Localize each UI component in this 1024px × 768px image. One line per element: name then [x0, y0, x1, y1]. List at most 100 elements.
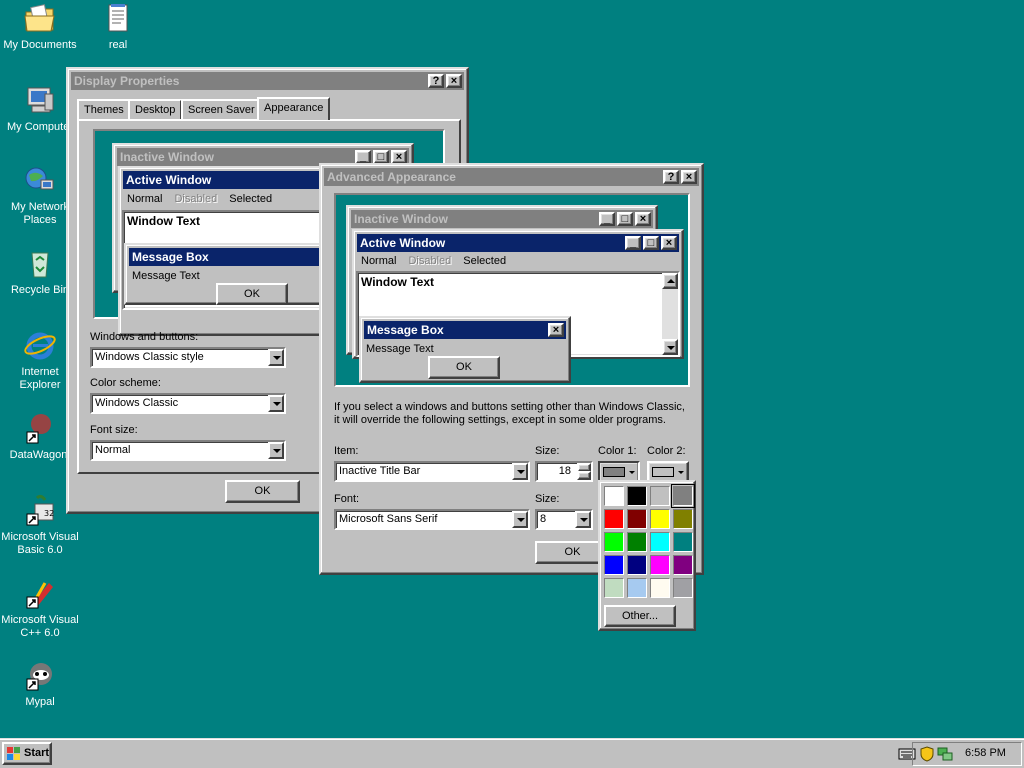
desktop-icon-my-documents[interactable]: My Documents — [0, 2, 80, 52]
color-swatch[interactable] — [673, 509, 693, 529]
close-icon: × — [450, 75, 458, 87]
font-size-select[interactable]: 8 — [535, 509, 593, 530]
chevron-down-icon[interactable] — [268, 395, 284, 412]
color-swatch[interactable] — [604, 578, 624, 598]
color-swatch[interactable] — [627, 486, 647, 506]
tab-appearance[interactable]: Appearance — [257, 97, 331, 120]
color-swatch-grid — [600, 482, 698, 600]
menu-disabled: Disabled — [408, 255, 452, 267]
tab-screen-saver[interactable]: Screen Saver — [181, 99, 262, 119]
color-swatch[interactable] — [604, 555, 624, 575]
clock[interactable]: 6:58 PM — [965, 747, 1006, 759]
chevron-down-icon[interactable] — [575, 511, 591, 528]
color-swatch[interactable] — [671, 484, 695, 508]
close-button[interactable]: × — [681, 170, 697, 184]
chevron-down-icon[interactable] — [512, 511, 528, 528]
advanced-appearance-titlebar[interactable]: Advanced Appearance ? × — [324, 168, 699, 186]
color-scheme-value: Windows Classic — [95, 397, 179, 409]
color-swatch[interactable] — [604, 486, 624, 506]
color-palette-popup: Other... — [598, 480, 696, 631]
window-title: Advanced Appearance — [327, 170, 456, 184]
font-value: Microsoft Sans Serif — [339, 513, 438, 525]
info-text-line2: it will override the following settings,… — [334, 414, 666, 426]
start-button[interactable]: Start — [2, 742, 52, 765]
maximize-icon: □ — [643, 236, 659, 250]
help-button[interactable]: ? — [663, 170, 679, 184]
menu-normal: Normal — [127, 193, 163, 205]
chevron-down-icon[interactable] — [512, 463, 528, 480]
chevron-down-icon — [678, 471, 684, 474]
chevron-down-icon[interactable] — [268, 349, 284, 366]
tab-desktop[interactable]: Desktop — [128, 99, 183, 119]
recycle-bin-icon — [23, 247, 57, 281]
close-icon: × — [685, 171, 693, 183]
color-swatch[interactable] — [650, 509, 670, 529]
display-properties-titlebar[interactable]: Display Properties ? × — [71, 72, 464, 90]
tab-themes[interactable]: Themes — [77, 99, 131, 119]
adv-preview-msgbox-text: Message Text — [366, 343, 434, 355]
taskbar: Start 6:58 PM — [0, 738, 1024, 768]
item-size-spinner[interactable]: 18 — [535, 461, 593, 482]
color-swatch[interactable] — [650, 532, 670, 552]
spin-down-icon[interactable] — [577, 471, 591, 480]
color-swatch[interactable] — [650, 578, 670, 598]
desktop-icon-real[interactable]: real — [78, 2, 158, 52]
font-size-select[interactable]: Normal — [90, 440, 286, 461]
font-size-value: 8 — [540, 513, 547, 525]
network-icon[interactable] — [937, 746, 953, 762]
maximize-icon: □ — [617, 212, 633, 226]
adv-preview-inactive-title: Inactive Window — [354, 212, 448, 226]
color-swatch[interactable] — [627, 509, 647, 529]
menu-selected: Selected — [463, 255, 507, 267]
security-shield-icon[interactable] — [919, 746, 935, 762]
adv-preview-msgbox-titlebar: Message Box × — [364, 321, 566, 339]
color-swatch[interactable] — [673, 578, 693, 598]
display-ok-button[interactable]: OK — [225, 480, 300, 503]
color-swatch[interactable] — [627, 578, 647, 598]
window-title: Display Properties — [74, 74, 180, 88]
adv-preview-msgbox-title: Message Box — [367, 323, 444, 337]
other-colors-button[interactable]: Other... — [604, 605, 676, 627]
color-swatch[interactable] — [604, 509, 624, 529]
desktop-icon-visual-cpp[interactable]: Microsoft Visual C++ 6.0 — [0, 577, 80, 640]
adv-preview-menubar: Normal Disabled Selected — [355, 253, 512, 269]
chevron-down-icon[interactable] — [268, 442, 284, 459]
desktop-icon-mypal[interactable]: Mypal — [0, 659, 80, 709]
color-swatch[interactable] — [627, 555, 647, 575]
color-swatch[interactable] — [650, 486, 670, 506]
font-select[interactable]: Microsoft Sans Serif — [334, 509, 530, 530]
tab-strip: Themes Desktop Screen Saver Appearance — [77, 97, 457, 121]
color-swatch[interactable] — [604, 532, 624, 552]
color-scheme-label: Color scheme: — [90, 377, 161, 389]
color-scheme-select[interactable]: Windows Classic — [90, 393, 286, 414]
menu-selected: Selected — [229, 193, 273, 205]
windows-logo-icon — [7, 747, 21, 761]
color1-label: Color 1: — [598, 445, 637, 457]
close-button[interactable]: × — [446, 74, 462, 88]
help-button[interactable]: ? — [428, 74, 444, 88]
preview-scrollbar — [662, 273, 678, 355]
close-icon: × — [391, 150, 407, 164]
adv-preview-ok-button: OK — [428, 356, 500, 379]
desktop-icon-label: Microsoft Visual C++ 6.0 — [1, 614, 79, 639]
adv-preview-message-box: Message Box × Message Text OK — [359, 316, 571, 383]
computer-icon — [23, 84, 57, 118]
color1-swatch — [603, 467, 625, 477]
desktop-icon-label: real — [108, 39, 128, 51]
close-icon: × — [661, 236, 677, 250]
folder-documents-icon — [23, 2, 57, 36]
item-select[interactable]: Inactive Title Bar — [334, 461, 530, 482]
network-places-icon — [23, 164, 57, 198]
desktop-icon-label: Mypal — [25, 696, 55, 708]
scroll-down-icon — [662, 339, 678, 355]
color-swatch[interactable] — [650, 555, 670, 575]
minimize-icon: _ — [625, 236, 641, 250]
color-swatch[interactable] — [673, 532, 693, 552]
scroll-up-icon — [662, 273, 678, 289]
color-swatch[interactable] — [627, 532, 647, 552]
font-size-label: Size: — [535, 493, 560, 505]
windows-buttons-select[interactable]: Windows Classic style — [90, 347, 286, 368]
color-swatch[interactable] — [673, 555, 693, 575]
item-label: Item: — [334, 445, 359, 457]
start-label: Start — [24, 747, 50, 759]
